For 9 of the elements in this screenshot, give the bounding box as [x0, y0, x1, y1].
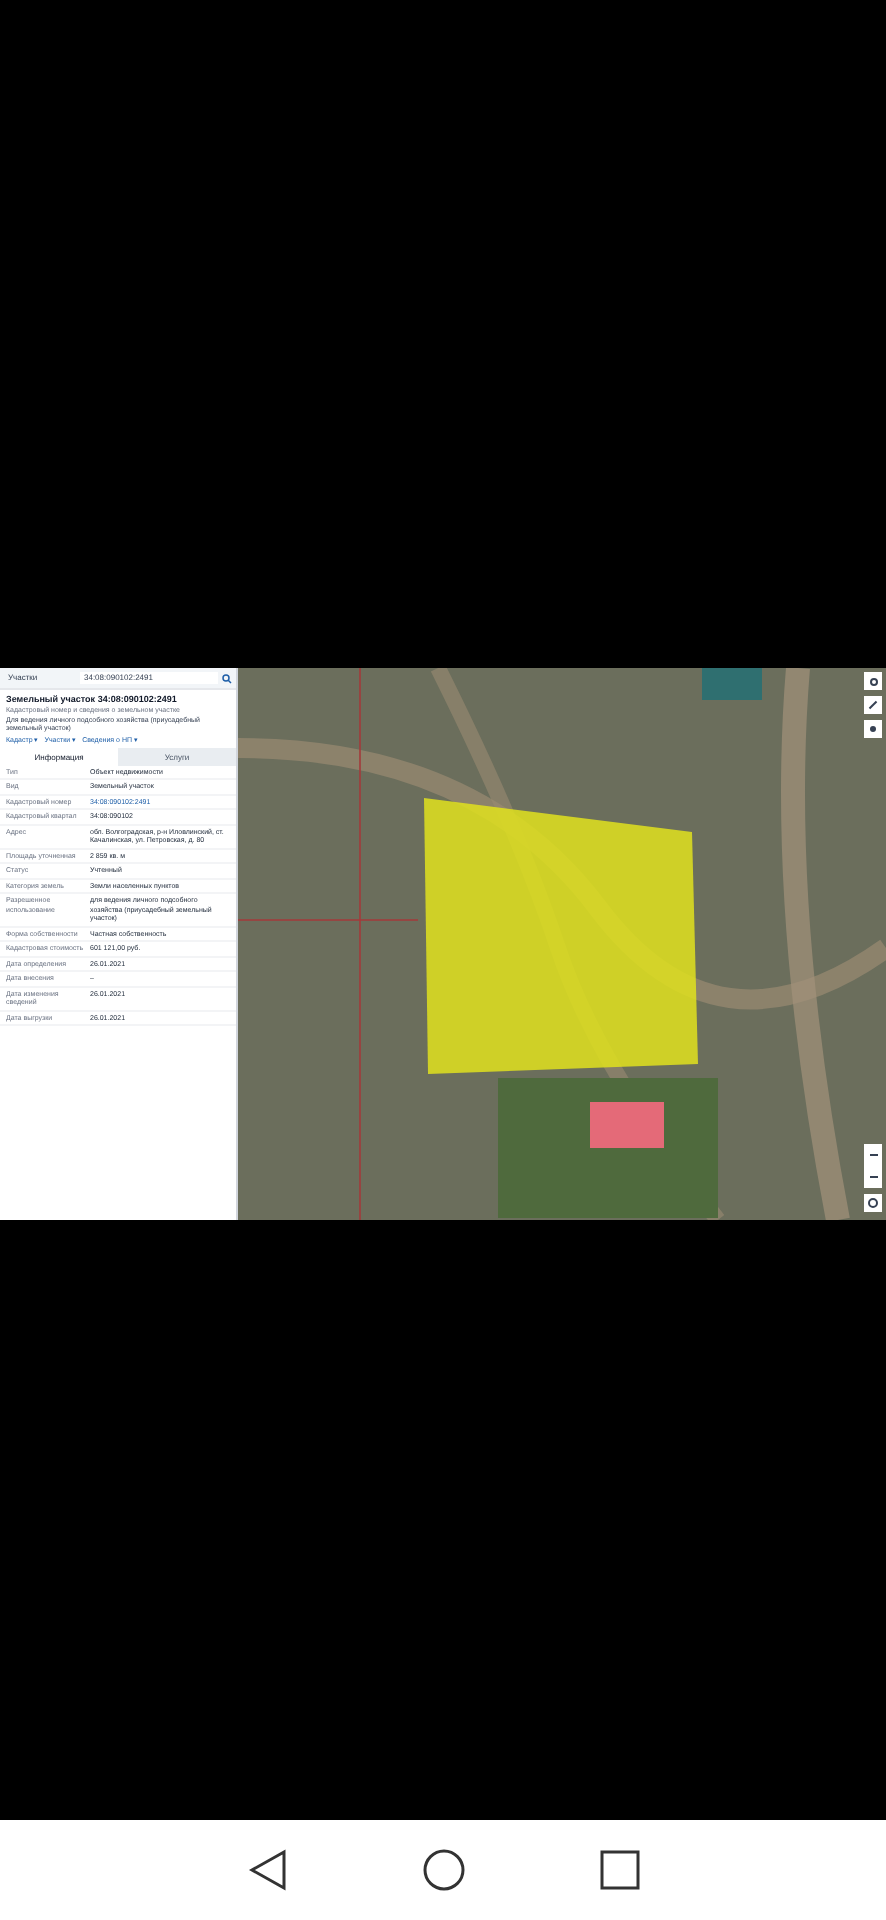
pencil-button[interactable] [864, 696, 882, 714]
search-icon[interactable] [222, 673, 232, 683]
back-icon[interactable] [247, 1848, 287, 1892]
settings-button[interactable] [864, 672, 882, 690]
dot-button[interactable] [864, 720, 882, 738]
locate-button[interactable] [864, 1194, 882, 1212]
zoom-control[interactable] [864, 1144, 882, 1188]
recents-icon[interactable] [599, 1850, 639, 1890]
home-icon[interactable] [421, 1848, 465, 1892]
